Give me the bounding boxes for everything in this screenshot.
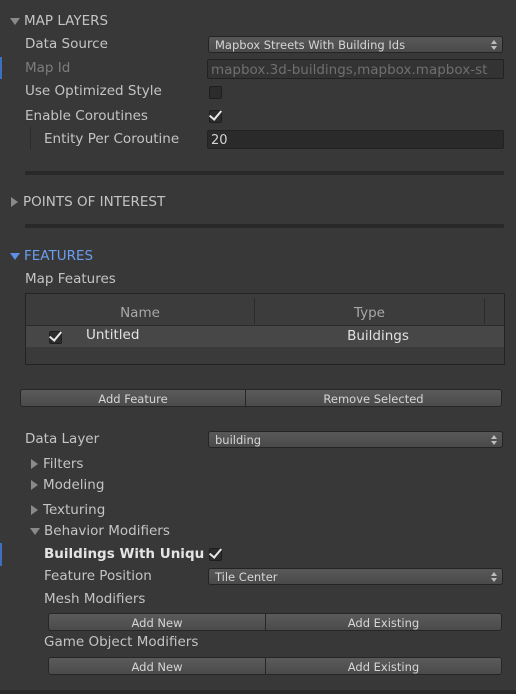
table-row[interactable]: Untitled Buildings [26,326,504,347]
filters-foldout[interactable]: Filters [31,454,83,474]
foldout-open-icon[interactable] [10,17,20,25]
row-name: Untitled [86,327,140,343]
foldout-closed-icon[interactable] [31,480,38,490]
data-source-label: Data Source [25,36,108,52]
coroutines-label: Enable Coroutines [25,108,148,124]
foldout-open-icon[interactable] [10,252,20,260]
texturing-label: Texturing [43,502,106,518]
foldout-open-icon[interactable] [30,527,40,535]
feature-position-value: Tile Center [215,570,278,584]
data-layer-label: Data Layer [25,431,100,447]
map-layers-header[interactable]: MAP LAYERS [10,11,108,31]
go-add-new-button[interactable]: Add New [48,657,266,675]
modified-marker [0,57,2,79]
map-id-label: Map Id [25,60,71,76]
mesh-add-new-button[interactable]: Add New [48,613,266,631]
poi-header[interactable]: POINTS OF INTEREST [11,192,165,212]
behavior-modifiers-label: Behavior Modifiers [44,523,170,539]
foldout-closed-icon[interactable] [31,459,38,469]
add-feature-button[interactable]: Add Feature [20,389,246,407]
optimized-style-label: Use Optimized Style [25,83,162,99]
map-id-field: mapbox.3d-buildings,mapbox.mapbox-st [207,59,504,79]
map-features-label: Map Features [25,271,116,287]
foldout-closed-icon[interactable] [31,505,38,515]
go-add-existing-button[interactable]: Add Existing [266,657,502,675]
row-checkbox[interactable] [48,328,63,344]
separator [25,224,504,228]
checkmark-icon [208,107,223,121]
bottom-border [0,690,516,694]
entity-per-coroutine-input[interactable]: 20 [207,130,504,149]
dropdown-arrows-icon [491,572,497,582]
modeling-label: Modeling [43,477,105,493]
modified-marker [0,543,2,566]
features-title: FEATURES [24,248,94,264]
dropdown-arrows-icon [491,40,497,50]
mesh-modifiers-label: Mesh Modifiers [44,591,146,607]
modeling-foldout[interactable]: Modeling [31,475,104,495]
indent-line [30,127,31,149]
column-header-name[interactable]: Name [26,305,254,321]
dropdown-arrows-icon [491,435,497,445]
mesh-add-existing-button[interactable]: Add Existing [266,613,502,631]
data-source-dropdown[interactable]: Mapbox Streets With Building Ids [208,36,503,53]
game-object-modifiers-label: Game Object Modifiers [44,634,199,650]
data-layer-dropdown[interactable]: building [208,431,503,448]
feature-position-dropdown[interactable]: Tile Center [208,568,503,585]
checkmark-icon [48,328,63,342]
filters-label: Filters [43,456,84,472]
texturing-foldout[interactable]: Texturing [31,500,105,520]
data-source-value: Mapbox Streets With Building Ids [215,38,406,52]
poi-title: POINTS OF INTEREST [23,194,166,210]
entity-per-coroutine-label: Entity Per Coroutine [44,131,180,147]
data-layer-value: building [215,433,262,447]
behavior-modifiers-foldout[interactable]: Behavior Modifiers [30,521,170,541]
optimized-style-checkbox[interactable] [209,86,222,99]
foldout-closed-icon[interactable] [11,197,18,207]
separator [25,171,504,175]
column-header-type[interactable]: Type [255,305,484,321]
coroutines-checkbox[interactable] [208,107,223,123]
buildings-unique-label: Buildings With Uniqu [44,546,205,562]
features-table: Name Type Untitled Buildings [25,293,505,365]
features-header[interactable]: FEATURES [10,246,93,266]
map-layers-title: MAP LAYERS [24,13,109,29]
column-divider [484,298,485,324]
checkmark-icon [208,545,223,559]
row-type: Buildings [347,328,409,344]
buildings-unique-checkbox[interactable] [208,545,223,561]
remove-selected-button[interactable]: Remove Selected [246,389,502,407]
feature-position-label: Feature Position [44,568,152,584]
